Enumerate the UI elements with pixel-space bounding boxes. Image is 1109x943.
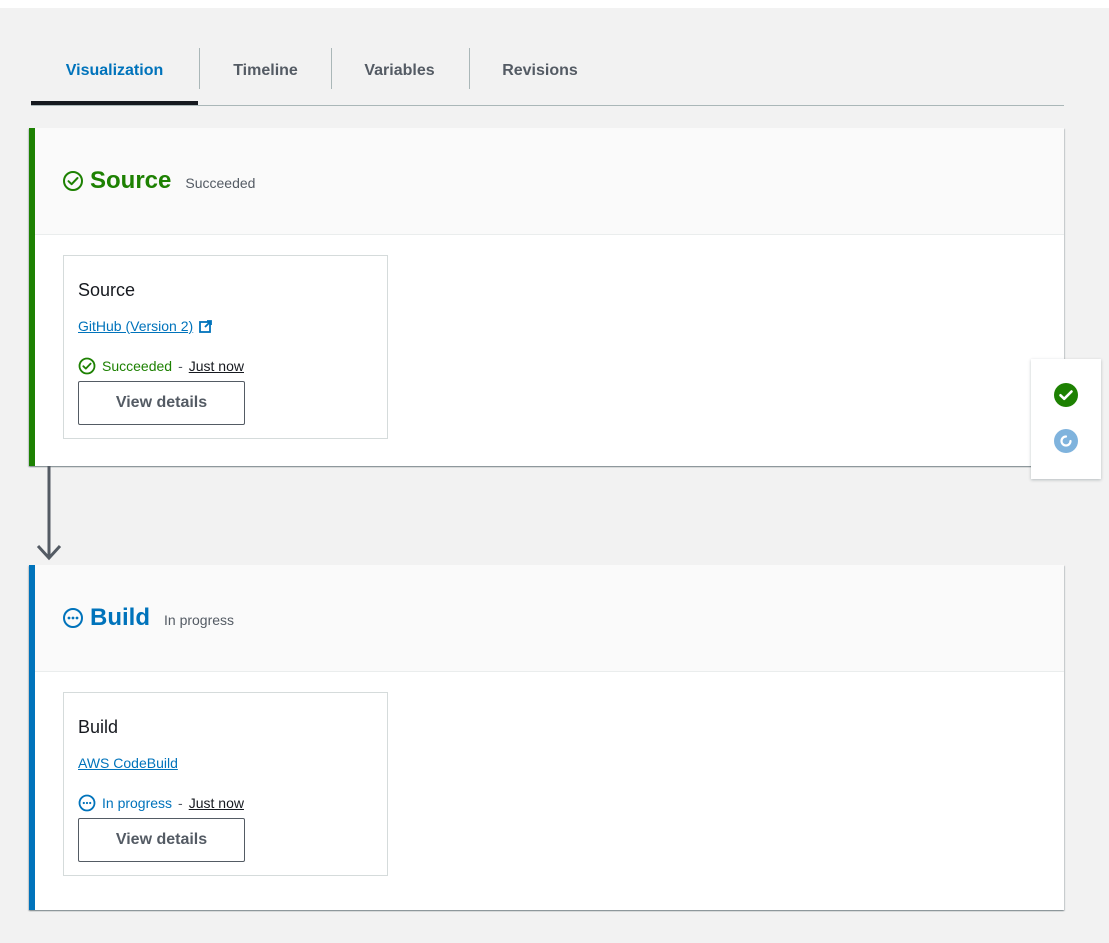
provider-label[interactable]: GitHub (Version 2) bbox=[78, 318, 193, 334]
top-strip bbox=[0, 0, 1109, 8]
tab-variables[interactable]: Variables bbox=[342, 52, 457, 90]
active-tab-indicator bbox=[31, 101, 198, 105]
status-text: In progress bbox=[102, 795, 173, 811]
stage-title: Build In progress bbox=[62, 603, 234, 633]
stage-status: Succeeded bbox=[185, 175, 256, 191]
action-card-build: Build AWS CodeBuild In progress - Just n… bbox=[63, 692, 388, 876]
stage-build: Build In progress Build AWS CodeBuild In… bbox=[29, 565, 1064, 910]
action-name: Build bbox=[78, 717, 119, 737]
status-separator: - bbox=[178, 358, 183, 374]
refresh-circle-icon[interactable] bbox=[1053, 428, 1079, 454]
action-name: Source bbox=[78, 280, 136, 300]
stage-name: Build bbox=[90, 604, 150, 631]
tab-revisions[interactable]: Revisions bbox=[481, 52, 599, 90]
tab-bar: Visualization Timeline Variables Revisio… bbox=[31, 40, 1064, 106]
external-link-icon[interactable] bbox=[199, 319, 213, 333]
provider-label[interactable]: AWS CodeBuild bbox=[78, 755, 178, 771]
pipeline-page: Visualization Timeline Variables Revisio… bbox=[0, 0, 1109, 943]
tab-timeline[interactable]: Timeline bbox=[213, 52, 318, 90]
status-time-link[interactable]: Just now bbox=[189, 795, 244, 811]
stage-status: In progress bbox=[164, 612, 235, 628]
tab-visualization[interactable]: Visualization bbox=[31, 52, 198, 90]
action-card-source: Source GitHub (Version 2) Succeeded - Ju… bbox=[63, 255, 388, 439]
stage-header: Build In progress bbox=[35, 565, 1064, 672]
tab-divider bbox=[199, 48, 200, 89]
stage-header: Source Succeeded bbox=[35, 128, 1064, 235]
tab-divider bbox=[469, 48, 470, 89]
check-circle-filled-icon[interactable] bbox=[1053, 382, 1079, 408]
check-circle-outline-icon bbox=[78, 357, 96, 375]
stage-title: Source Succeeded bbox=[62, 166, 255, 196]
transition-arrow-icon bbox=[36, 466, 62, 561]
check-circle-outline-icon bbox=[63, 171, 83, 191]
stage-name: Source bbox=[90, 167, 172, 194]
view-details-button[interactable]: View details bbox=[78, 381, 245, 425]
action-provider-link[interactable]: AWS CodeBuild bbox=[78, 755, 178, 771]
ellipsis-circle-icon bbox=[63, 608, 83, 628]
action-status: Succeeded - Just now bbox=[78, 357, 244, 375]
view-details-button[interactable]: View details bbox=[78, 818, 245, 862]
stage-navigator-panel bbox=[1031, 359, 1101, 479]
action-provider-link[interactable]: GitHub (Version 2) bbox=[78, 318, 213, 334]
tab-divider bbox=[331, 48, 332, 89]
ellipsis-circle-icon bbox=[78, 794, 96, 812]
status-separator: - bbox=[178, 795, 183, 811]
status-text: Succeeded bbox=[102, 358, 173, 374]
status-time-link[interactable]: Just now bbox=[189, 358, 244, 374]
action-status: In progress - Just now bbox=[78, 794, 244, 812]
stage-source: Source Succeeded Source GitHub (Version … bbox=[29, 128, 1064, 466]
